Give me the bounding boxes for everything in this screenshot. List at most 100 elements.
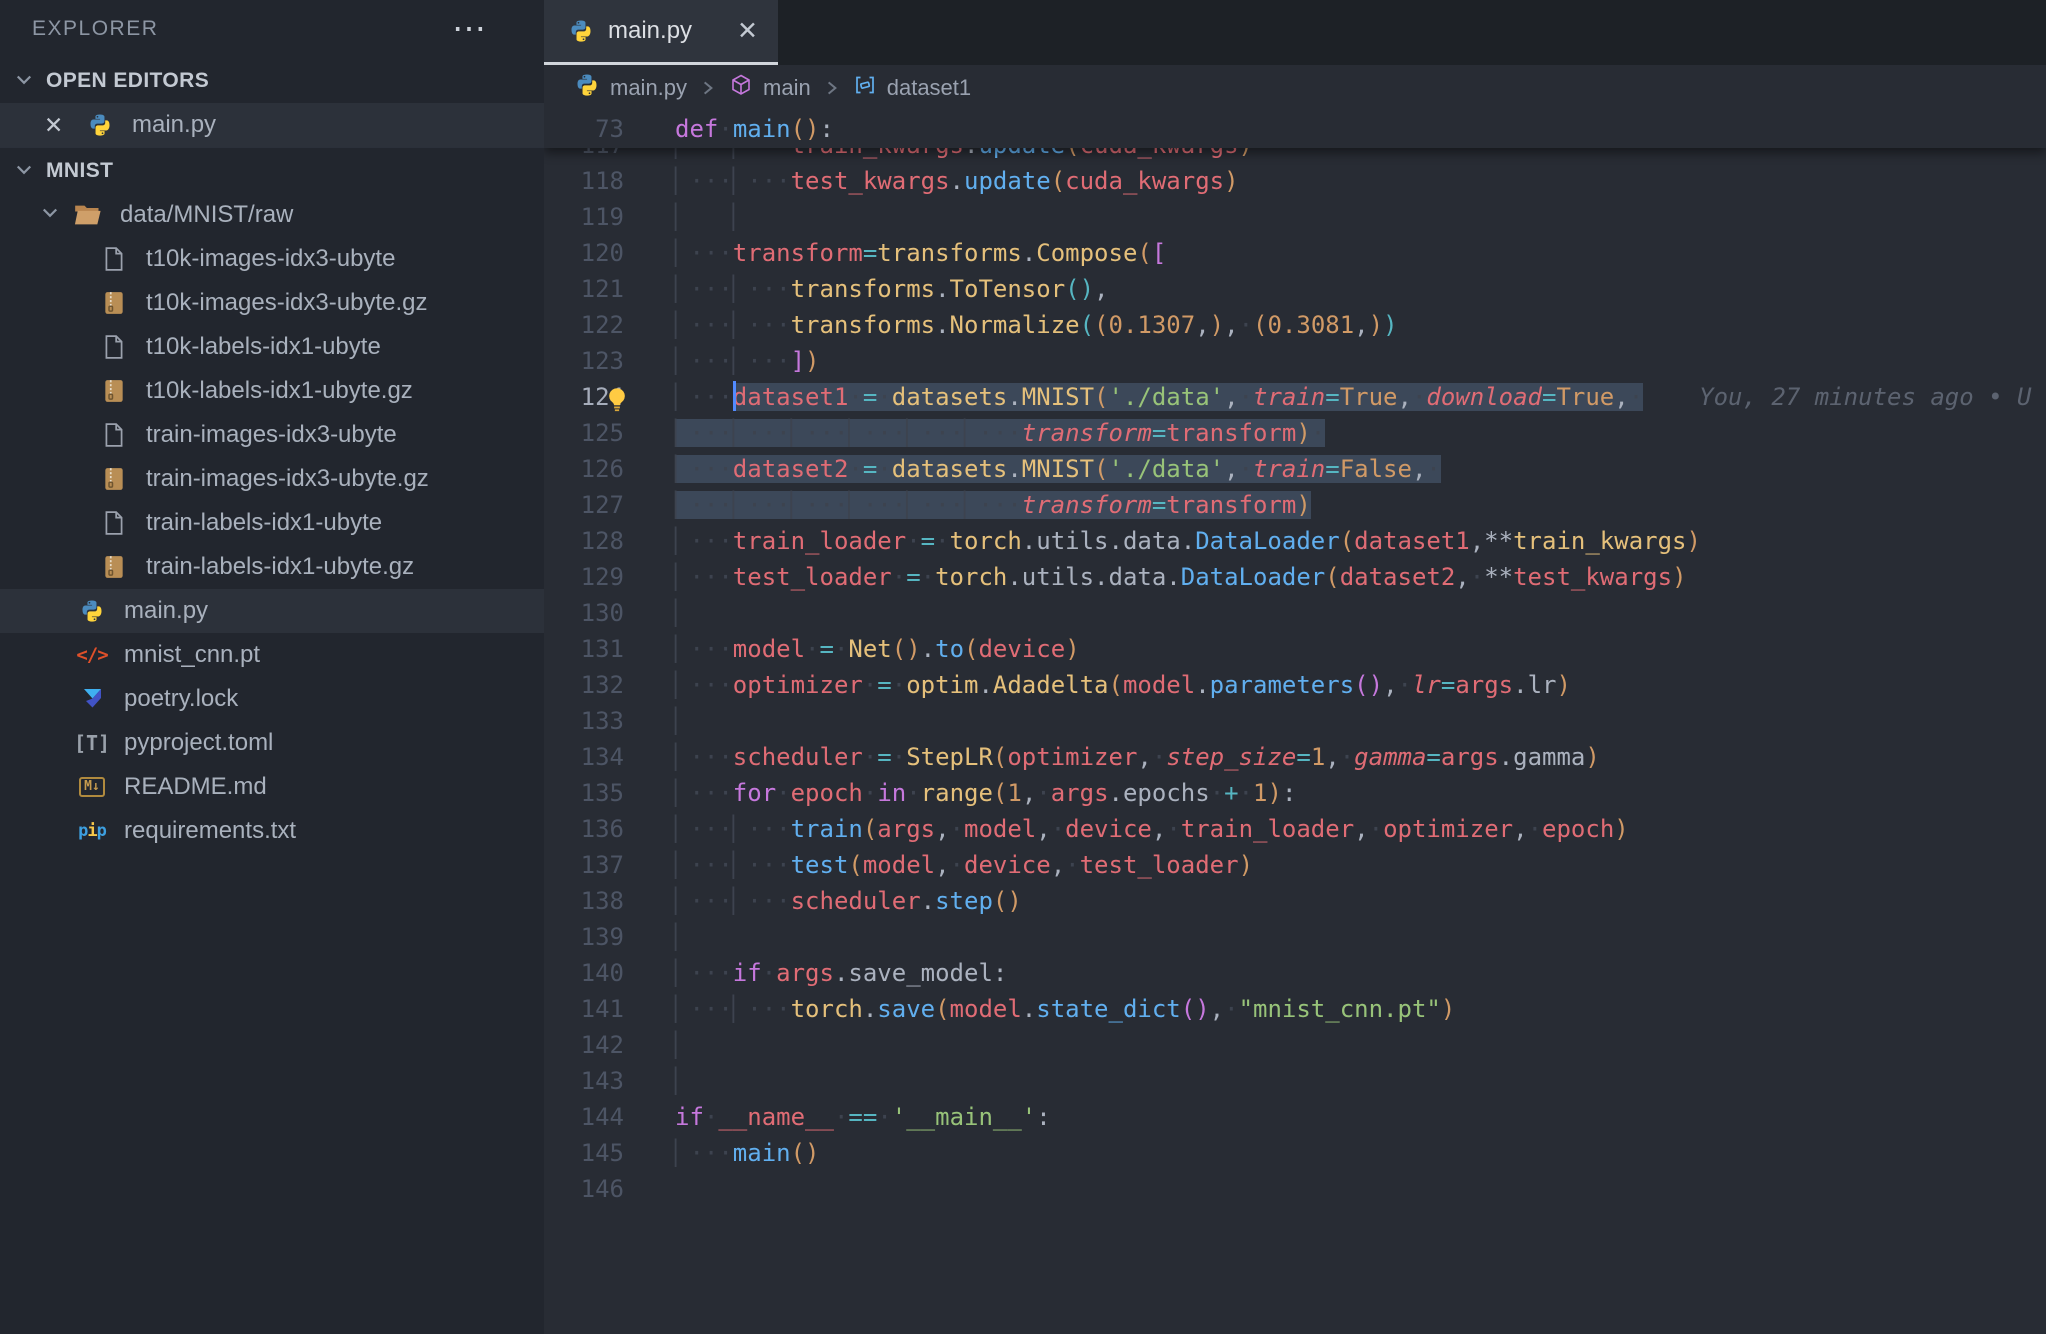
code-icon: </> [76, 644, 108, 666]
tree-item-t10k-labels-idx1-ubyte[interactable]: t10k-labels-idx1-ubyte [0, 325, 544, 369]
tree-item-label: poetry.lock [124, 685, 238, 713]
line-number-129[interactable]: 129 [544, 559, 624, 595]
tree-item-pyproject.toml[interactable]: [T]pyproject.toml [0, 721, 544, 765]
line-number-144[interactable]: 144 [544, 1099, 624, 1135]
code-line-119[interactable]: 119▏ ▏ [544, 199, 2046, 235]
code-line-118[interactable]: 118▏···▏···test_kwargs.update(cuda_kwarg… [544, 163, 2046, 199]
code-editor[interactable]: 117▏···▏···train_kwargs.update(cuda_kwar… [544, 111, 2046, 1334]
tab-main-py[interactable]: main.py ✕ [544, 0, 778, 65]
git-blame-annotation: You, 27 minutes ago • U [1699, 379, 2031, 415]
line-number-131[interactable]: 131 [544, 631, 624, 667]
code-line-122[interactable]: 122▏···▏···transforms.Normalize((0.1307,… [544, 307, 2046, 343]
section-open-editors[interactable]: OPEN EDITORS [0, 58, 544, 103]
line-number-132[interactable]: 132 [544, 667, 624, 703]
tree-item-main.py[interactable]: main.py [0, 589, 544, 633]
code-line-125[interactable]: 125▏···▏···▏···▏···▏···▏···transform=tra… [544, 415, 2046, 451]
code-line-121[interactable]: 121▏···▏···transforms.ToTensor(), [544, 271, 2046, 307]
tree-item-mnist_cnn.pt[interactable]: </>mnist_cnn.pt [0, 633, 544, 677]
section-mnist[interactable]: MNIST [0, 147, 544, 193]
line-number-135[interactable]: 135 [544, 775, 624, 811]
python-icon [568, 18, 594, 44]
code-line-133[interactable]: 133▏ [544, 703, 2046, 739]
code-line-146[interactable]: 146 [544, 1171, 2046, 1207]
line-number-120[interactable]: 120 [544, 235, 624, 271]
breadcrumb-item-main-py[interactable]: main.py [574, 72, 687, 104]
line-number-121[interactable]: 121 [544, 271, 624, 307]
code-line-140[interactable]: 140▏···if·args.save_model: [544, 955, 2046, 991]
code-line-73[interactable]: 73 def·main(): [544, 111, 2046, 148]
line-number-133[interactable]: 133 [544, 703, 624, 739]
line-number-118[interactable]: 118 [544, 163, 624, 199]
tree-item-data/MNIST/raw[interactable]: data/MNIST/raw [0, 193, 544, 237]
tree-item-requirements.txt[interactable]: piprequirements.txt [0, 809, 544, 853]
code-line-129[interactable]: 129 ▏···test_loader·=·torch.utils.data.Da… [544, 559, 2046, 595]
tree-item-poetry.lock[interactable]: poetry.lock [0, 677, 544, 721]
line-number-146[interactable]: 146 [544, 1171, 624, 1207]
line-number-122[interactable]: 122 [544, 307, 624, 343]
tree-item-t10k-labels-idx1-ubyte.gz[interactable]: t10k-labels-idx1-ubyte.gz [0, 369, 544, 413]
line-number-123[interactable]: 123 [544, 343, 624, 379]
line-number-119[interactable]: 119 [544, 199, 624, 235]
line-number-138[interactable]: 138 [544, 883, 624, 919]
tree-item-label: requirements.txt [124, 817, 296, 845]
code-line-143[interactable]: 143▏ [544, 1063, 2046, 1099]
line-number-145[interactable]: 145 [544, 1135, 624, 1171]
code-line-text: def·main(): [675, 111, 834, 148]
line-number-140[interactable]: 140 [544, 955, 624, 991]
code-line-142[interactable]: 142▏ [544, 1027, 2046, 1063]
tree-item-train-images-idx3-ubyte.gz[interactable]: train-images-idx3-ubyte.gz [0, 457, 544, 501]
line-number-127[interactable]: 127 [544, 487, 624, 523]
code-line-139[interactable]: 139▏ [544, 919, 2046, 955]
code-line-123[interactable]: 123▏···▏···]) [544, 343, 2046, 379]
line-number-136[interactable]: 136 [544, 811, 624, 847]
code-line-141[interactable]: 141▏···▏···torch.save(model.state_dict()… [544, 991, 2046, 1027]
line-number-142[interactable]: 142 [544, 1027, 624, 1063]
tree-item-README.md[interactable]: M↓README.md [0, 765, 544, 809]
breadcrumb-item-main[interactable]: main [729, 73, 811, 103]
line-number-143[interactable]: 143 [544, 1063, 624, 1099]
lightbulb-icon[interactable] [602, 385, 632, 421]
explorer-title: EXPLORER [32, 17, 158, 41]
line-number-139[interactable]: 139 [544, 919, 624, 955]
line-number-126[interactable]: 126 [544, 451, 624, 487]
code-line-127[interactable]: 127▏···▏···▏···▏···▏···▏···transform=tra… [544, 487, 2046, 523]
tree-item-t10k-images-idx3-ubyte[interactable]: t10k-images-idx3-ubyte [0, 237, 544, 281]
code-line-144[interactable]: 144if·__name__·==·'__main__': [544, 1099, 2046, 1135]
chevron-down-icon [14, 69, 34, 95]
code-line-text: ▏···transform=transforms.Compose([ [675, 235, 1166, 271]
breadcrumb-item-dataset1[interactable]: dataset1 [853, 73, 971, 103]
tree-item-t10k-images-idx3-ubyte.gz[interactable]: t10k-images-idx3-ubyte.gz [0, 281, 544, 325]
code-line-124[interactable]: 124▏···dataset1·=·datasets.MNIST('./data… [544, 379, 2046, 415]
code-line-134[interactable]: 134▏···scheduler·=·StepLR(optimizer,·ste… [544, 739, 2046, 775]
line-number-128[interactable]: 128 [544, 523, 624, 559]
code-line-138[interactable]: 138▏···▏···scheduler.step() [544, 883, 2046, 919]
code-line-128[interactable]: 128▏···train_loader·=·torch.utils.data.D… [544, 523, 2046, 559]
chevron-down-icon [14, 159, 34, 185]
code-line-135[interactable]: 135 ▏···for·epoch·in·range(1,·args.epochs… [544, 775, 2046, 811]
tree-item-train-labels-idx1-ubyte.gz[interactable]: train-labels-idx1-ubyte.gz [0, 545, 544, 589]
more-actions-icon[interactable]: ⋯ [452, 19, 488, 39]
code-line-126[interactable]: 126▏···dataset2·=·datasets.MNIST('./data… [544, 451, 2046, 487]
line-number-134[interactable]: 134 [544, 739, 624, 775]
open-editor-main.py[interactable]: ✕main.py [0, 103, 544, 147]
code-line-text: ▏···for·epoch·in·range(1,·args.epochs·+·… [675, 775, 1296, 811]
line-number-73[interactable]: 73 [544, 111, 624, 148]
code-line-137[interactable]: 137▏···▏···test(model,·device,·test_load… [544, 847, 2046, 883]
tree-item-train-images-idx3-ubyte[interactable]: train-images-idx3-ubyte [0, 413, 544, 457]
sticky-scroll-line[interactable]: 73 def·main(): [544, 111, 2046, 148]
code-line-130[interactable]: 130▏ [544, 595, 2046, 631]
close-icon[interactable]: ✕ [737, 16, 758, 46]
code-line-145[interactable]: 145▏···main() [544, 1135, 2046, 1171]
line-number-137[interactable]: 137 [544, 847, 624, 883]
close-icon[interactable]: ✕ [44, 112, 70, 139]
line-number-130[interactable]: 130 [544, 595, 624, 631]
line-number-141[interactable]: 141 [544, 991, 624, 1027]
tree-item-train-labels-idx1-ubyte[interactable]: train-labels-idx1-ubyte [0, 501, 544, 545]
code-line-136[interactable]: 136▏···▏···train(args,·model,·device,·tr… [544, 811, 2046, 847]
code-line-132[interactable]: 132▏···optimizer·=·optim.Adadelta(model.… [544, 667, 2046, 703]
variable-symbol-icon [853, 73, 877, 103]
tree-item-label: pyproject.toml [124, 729, 273, 757]
code-line-120[interactable]: 120 ▏···transform=transforms.Compose([ [544, 235, 2046, 271]
code-line-131[interactable]: 131▏···model·=·Net().to(device) [544, 631, 2046, 667]
code-line-text: ▏···test_loader·=·torch.utils.data.DataL… [675, 559, 1687, 595]
